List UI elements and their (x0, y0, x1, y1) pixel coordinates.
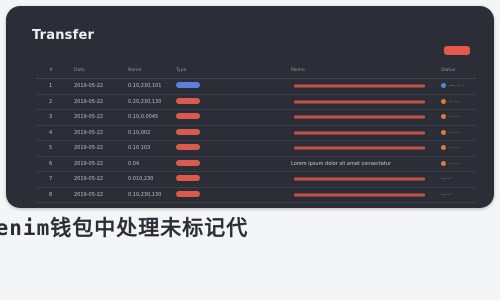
row-number: 1 (49, 83, 53, 90)
banner-caption: kenim钱包中处理未标记代 (0, 212, 500, 244)
row-name: 0.10,230,130 (128, 191, 162, 198)
row-status: —— (441, 176, 451, 182)
status-dot-icon (441, 160, 446, 166)
status-dot-icon (441, 145, 446, 151)
row-number: 8 (49, 191, 53, 198)
type-badge[interactable] (176, 82, 200, 89)
status-dot-icon (441, 114, 446, 120)
add-transfer-button[interactable] (444, 46, 470, 55)
column-header-type[interactable]: Type (176, 68, 186, 74)
type-badge[interactable] (176, 128, 200, 135)
row-type-cell (176, 144, 200, 152)
row-date: 2019-05-22 (74, 129, 104, 136)
row-type-cell (176, 159, 200, 168)
type-badge[interactable] (176, 175, 200, 182)
row-status: ···· ·· · (441, 83, 463, 89)
row-name: 0.10,002 (128, 129, 151, 136)
type-badge[interactable] (176, 144, 200, 151)
page-title: Transfer (32, 28, 95, 43)
row-name: 0.20,230,130 (128, 98, 162, 105)
table-row[interactable]: 4 2019-05-22 0.10,002 ·· ·· · (36, 126, 476, 141)
memo-redacted-bar (294, 100, 425, 104)
row-date: 2019-05-22 (74, 145, 104, 152)
column-header-status[interactable]: Status (441, 68, 455, 74)
column-header-name[interactable]: Name (128, 68, 141, 74)
memo-redacted-bar (294, 146, 425, 150)
status-dot-icon (441, 83, 446, 89)
memo-redacted-bar (294, 193, 425, 197)
row-date: 2019-05-22 (74, 114, 104, 121)
row-name: 0.010,230 (128, 176, 154, 183)
memo-redacted-bar (294, 84, 425, 88)
row-type-cell (176, 97, 200, 106)
status-dot-icon (441, 98, 446, 104)
memo-redacted-bar (294, 131, 425, 135)
row-type-cell (176, 128, 200, 137)
table-row[interactable]: 6 2019-05-22 0.04 Lorem ipsum dolor sit ame… (36, 157, 476, 172)
row-status: —— (441, 192, 451, 198)
row-status: ·· ·· · (441, 160, 461, 167)
row-type-cell (176, 82, 200, 90)
row-date: 2019-05-22 (74, 176, 104, 183)
row-status: ·· ·· · (441, 145, 460, 151)
row-number: 6 (49, 160, 53, 167)
table-row[interactable]: 5 2019-05-22 0.10 103 ·· ·· · (36, 141, 476, 157)
row-date: 2019-05-22 (74, 98, 104, 105)
row-number: 3 (49, 114, 53, 121)
row-name: 0.10,0.0045 (128, 114, 159, 121)
memo-redacted-bar (294, 177, 425, 181)
memo-redacted-bar (294, 115, 425, 119)
row-type-cell (176, 190, 200, 199)
row-name: 0.04 (128, 160, 140, 167)
status-text: ·· ·· · (449, 129, 461, 136)
row-number: 7 (49, 176, 53, 183)
banner-text: kenim钱包中处理未标记代 (0, 216, 249, 240)
row-status: ·· ·· · (441, 129, 461, 136)
row-date: 2019-05-22 (74, 83, 104, 90)
row-type-cell (176, 175, 200, 183)
row-name: 0.10,230,101 (128, 83, 162, 90)
column-header-date[interactable]: Date (74, 68, 85, 74)
table-header: # Date Name Type Memo Status (36, 64, 476, 79)
status-text: —— (441, 191, 451, 198)
row-status: ·· ·· · (441, 98, 461, 105)
status-dot-icon (441, 129, 446, 135)
table-row[interactable]: 2 2019-05-22 0.20,230,130 ·· ·· · (36, 95, 476, 110)
status-text: ·· ·· · (449, 160, 461, 167)
row-type-cell (176, 113, 200, 121)
transfer-panel: Transfer # Date Name Type Memo Status 1 2… (6, 6, 494, 208)
type-badge[interactable] (176, 190, 200, 197)
row-number: 5 (49, 145, 53, 152)
type-badge[interactable] (176, 97, 200, 104)
column-header-number[interactable]: # (49, 68, 53, 74)
status-text: —— (441, 176, 451, 183)
row-date: 2019-05-22 (74, 191, 104, 198)
column-header-memo[interactable]: Memo (291, 68, 305, 74)
status-text: ···· ·· · (449, 83, 464, 90)
table-row[interactable]: 7 2019-05-22 0.010,230 —— (36, 172, 476, 188)
type-badge[interactable] (176, 113, 200, 120)
status-text: ·· ·· · (449, 145, 461, 152)
row-number: 4 (49, 129, 53, 136)
type-badge[interactable] (176, 159, 200, 166)
row-number: 2 (49, 98, 53, 105)
row-name: 0.10 103 (128, 145, 151, 152)
row-memo: Lorem ipsum dolor sit amet consectetur (291, 160, 392, 167)
table-row[interactable]: 3 2019-05-22 0.10,0.0045 ·· ·· · (36, 110, 476, 126)
table-row[interactable]: 8 2019-05-22 0.10,230,130 —— (36, 188, 476, 203)
transfer-table: # Date Name Type Memo Status 1 2019-05-22… (36, 64, 476, 203)
row-status: ·· ·· · (441, 114, 460, 120)
row-date: 2019-05-22 (74, 160, 104, 167)
table-row[interactable]: 1 2019-05-22 0.10,230,101 ···· ·· · (36, 79, 476, 95)
status-text: ·· ·· · (449, 98, 461, 105)
status-text: ·· ·· · (449, 114, 461, 121)
